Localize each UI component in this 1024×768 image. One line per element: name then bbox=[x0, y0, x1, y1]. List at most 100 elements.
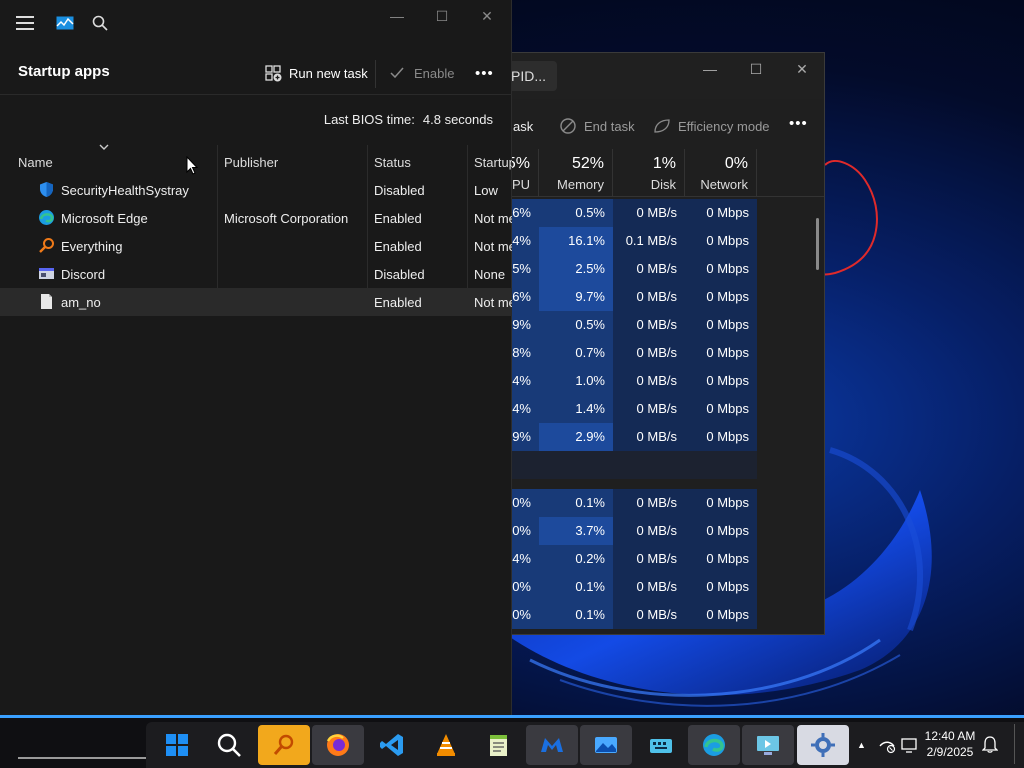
col-publisher[interactable]: Publisher bbox=[224, 155, 278, 170]
toolbar-separator bbox=[375, 60, 376, 88]
scrollbar-thumb[interactable] bbox=[816, 218, 819, 270]
cell-net: 0 Mbps bbox=[685, 489, 757, 517]
cell-mem: 0.1% bbox=[539, 489, 613, 517]
startup-row[interactable]: am_no Enabled Not measured bbox=[0, 288, 512, 316]
cell-disk: 0 MB/s bbox=[613, 573, 685, 601]
col-name[interactable]: Name bbox=[18, 155, 53, 170]
minimize-button[interactable]: — bbox=[687, 53, 733, 85]
startup-row[interactable]: Discord Disabled None bbox=[0, 260, 512, 288]
cell-disk: 0 MB/s bbox=[613, 489, 685, 517]
photos-icon[interactable] bbox=[580, 725, 632, 765]
cell-mem: 0.1% bbox=[539, 601, 613, 629]
check-icon bbox=[390, 67, 404, 79]
cell-status: Disabled bbox=[374, 183, 425, 198]
windows-start-icon[interactable] bbox=[151, 725, 203, 765]
cell-name: SecurityHealthSystray bbox=[61, 183, 189, 198]
cell-disk: 0 MB/s bbox=[613, 255, 685, 283]
cell-disk: 0 MB/s bbox=[613, 395, 685, 423]
bios-label: Last BIOS time: bbox=[323, 112, 415, 127]
cell-net: 0 Mbps bbox=[685, 395, 757, 423]
show-desktop-button[interactable] bbox=[1014, 724, 1018, 764]
minimize-button[interactable]: — bbox=[377, 4, 417, 28]
end-task-partial[interactable]: ask bbox=[513, 119, 533, 134]
col-disk[interactable]: 1% Disk bbox=[613, 149, 685, 197]
cell-mem: 0.1% bbox=[539, 573, 613, 601]
network-disconnected-icon[interactable] bbox=[878, 736, 896, 754]
remote-desktop-icon[interactable] bbox=[742, 725, 794, 765]
cell-name: Discord bbox=[61, 267, 106, 282]
cell-name: Microsoft Edge bbox=[61, 211, 148, 226]
cell-mem: 2.5% bbox=[539, 255, 613, 283]
vscode-icon[interactable] bbox=[366, 725, 418, 765]
more-options-button[interactable]: ••• bbox=[475, 60, 494, 88]
vlc-icon[interactable] bbox=[420, 725, 472, 765]
cell-net: 0 Mbps bbox=[685, 339, 757, 367]
search-icon[interactable] bbox=[92, 15, 108, 31]
cell-net: 0 Mbps bbox=[685, 367, 757, 395]
maximize-button[interactable]: ☐ bbox=[733, 53, 779, 85]
cell-net: 0 Mbps bbox=[685, 311, 757, 339]
col-memory[interactable]: 52% Memory bbox=[539, 149, 613, 197]
close-button[interactable]: ✕ bbox=[779, 53, 825, 85]
startup-row[interactable]: SecurityHealthSystray Disabled Low bbox=[0, 176, 512, 204]
cell-mem: 2.9% bbox=[539, 423, 613, 451]
startup-row[interactable]: Microsoft Edge Microsoft Corporation Enabl… bbox=[0, 204, 512, 232]
startup-row[interactable]: Everything Enabled Not measured bbox=[0, 232, 512, 260]
run-new-task-button[interactable]: Run new task bbox=[289, 60, 368, 88]
everything-icon[interactable] bbox=[258, 725, 310, 765]
cell-disk: 0 MB/s bbox=[613, 367, 685, 395]
cell-impact: Low bbox=[474, 183, 498, 198]
magnifier-icon bbox=[38, 237, 55, 254]
cell-mem bbox=[539, 451, 613, 479]
task-manager-app-icon bbox=[56, 16, 74, 30]
cell-name: am_no bbox=[61, 295, 101, 310]
efficiency-mode-button[interactable]: Efficiency mode bbox=[678, 119, 770, 134]
firefox-icon[interactable] bbox=[312, 725, 364, 765]
cell-disk: 0 MB/s bbox=[613, 601, 685, 629]
cell-net: 0 Mbps bbox=[685, 545, 757, 573]
malwarebytes-icon[interactable] bbox=[526, 725, 578, 765]
cell-publisher: Microsoft Corporation bbox=[224, 211, 349, 226]
edge-icon bbox=[38, 209, 55, 226]
shield-icon bbox=[38, 181, 55, 198]
clock-time: 12:40 AM bbox=[924, 729, 976, 743]
file-icon bbox=[38, 293, 55, 310]
startup-column-headers: Name Publisher Status Startup impact bbox=[0, 145, 512, 315]
cell-net: 0 Mbps bbox=[685, 517, 757, 545]
tray-chevron-icon[interactable]: ▲ bbox=[857, 740, 866, 750]
page-title: Startup apps bbox=[18, 63, 110, 80]
close-button[interactable]: ✕ bbox=[467, 4, 507, 28]
keyboard-icon[interactable] bbox=[635, 725, 687, 765]
hamburger-menu-icon[interactable] bbox=[16, 16, 34, 30]
end-task-icon bbox=[560, 118, 576, 134]
cell-mem: 0.7% bbox=[539, 339, 613, 367]
notepad-icon[interactable] bbox=[473, 725, 525, 765]
cell-mem: 0.5% bbox=[539, 311, 613, 339]
cell-disk: 0 MB/s bbox=[613, 423, 685, 451]
red-scribble-annotation bbox=[816, 160, 878, 276]
col-status[interactable]: Status bbox=[374, 155, 411, 170]
enable-button[interactable]: Enable bbox=[414, 60, 454, 88]
search-icon[interactable] bbox=[203, 725, 255, 765]
cell-net bbox=[685, 451, 757, 479]
display-icon[interactable] bbox=[900, 736, 918, 754]
cell-impact: Not measured bbox=[474, 239, 512, 254]
col-network[interactable]: 0% Network bbox=[685, 149, 757, 197]
cell-disk: 0 MB/s bbox=[613, 311, 685, 339]
edge-icon[interactable] bbox=[688, 725, 740, 765]
clock-date: 2/9/2025 bbox=[926, 745, 974, 759]
cell-disk: 0 MB/s bbox=[613, 283, 685, 311]
cell-mem: 0.5% bbox=[539, 199, 613, 227]
bios-value: 4.8 seconds bbox=[422, 112, 493, 127]
col-startup-impact[interactable]: Startup impact bbox=[474, 155, 512, 170]
settings-icon[interactable] bbox=[797, 725, 849, 765]
notification-bell-icon[interactable] bbox=[982, 735, 998, 753]
cell-net: 0 Mbps bbox=[685, 255, 757, 283]
leaf-icon bbox=[654, 119, 670, 133]
taskbar-clock[interactable]: 12:40 AM 2/9/2025 bbox=[920, 728, 980, 760]
end-task-button[interactable]: End task bbox=[584, 119, 635, 134]
cell-net: 0 Mbps bbox=[685, 283, 757, 311]
cell-disk: 0 MB/s bbox=[613, 199, 685, 227]
more-options-button[interactable]: ••• bbox=[789, 115, 808, 132]
maximize-button[interactable]: ☐ bbox=[422, 4, 462, 28]
